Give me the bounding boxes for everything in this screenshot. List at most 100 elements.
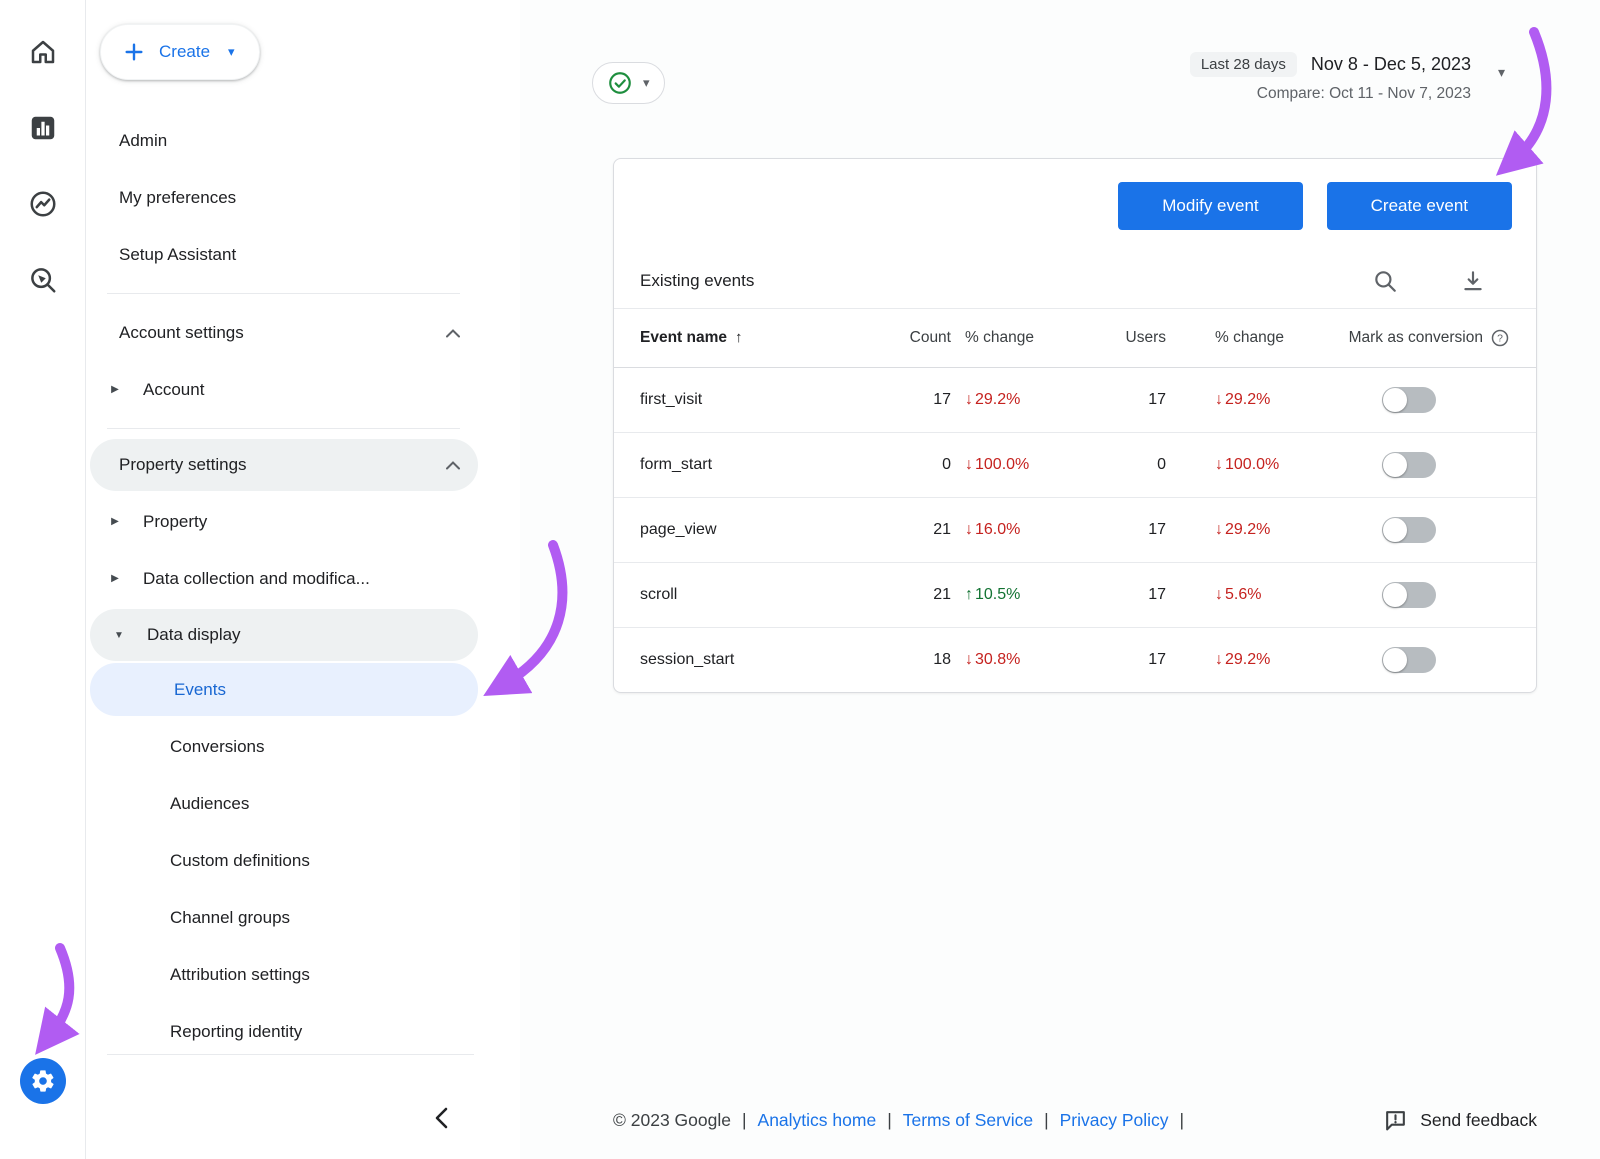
sidebar-item-setup-assistant[interactable]: Setup Assistant: [86, 226, 520, 283]
terms-of-service-link[interactable]: Terms of Service: [903, 1110, 1033, 1131]
users-change-cell: ↓29.2%: [1201, 497, 1341, 562]
table-titlebar: Existing events: [614, 253, 1536, 309]
users-change-cell: ↓29.2%: [1201, 627, 1341, 692]
chevron-down-icon: ▾: [1498, 64, 1505, 81]
sidebar-item-admin[interactable]: Admin: [86, 112, 520, 169]
mark-as-conversion-toggle[interactable]: [1382, 387, 1436, 413]
toggle-knob: [1383, 518, 1407, 542]
admin-gear-icon[interactable]: [20, 1058, 66, 1104]
conversion-cell: [1341, 497, 1536, 562]
sidebar-item-label: Property: [143, 512, 207, 532]
create-button[interactable]: Create ▾: [100, 24, 260, 80]
column-event-name[interactable]: Event name↑: [614, 309, 861, 367]
sidebar-item-attribution-settings[interactable]: Attribution settings: [86, 946, 520, 1003]
date-range-selector[interactable]: Last 28 days Nov 8 - Dec 5, 2023 Compare…: [1190, 52, 1505, 103]
home-icon[interactable]: [27, 36, 59, 68]
sidebar-item-custom-definitions[interactable]: Custom definitions: [86, 832, 520, 889]
mark-as-conversion-toggle[interactable]: [1382, 582, 1436, 608]
sidebar-item-events[interactable]: Events: [90, 663, 478, 716]
toggle-knob: [1383, 648, 1407, 672]
users-change-cell: ↓5.6%: [1201, 562, 1341, 627]
account-settings-header[interactable]: Account settings: [86, 304, 520, 361]
count-change-cell: ↓16.0%: [951, 497, 1091, 562]
event-name-cell: first_visit: [614, 367, 861, 432]
help-icon[interactable]: ?: [1490, 328, 1510, 348]
sidebar-item-reporting-identity[interactable]: Reporting identity: [86, 1003, 520, 1054]
event-count-cell: 21: [861, 562, 951, 627]
disclosure-triangle-icon: ▼: [111, 630, 127, 641]
sort-ascending-icon: ↑: [735, 329, 743, 346]
count-change-cell: ↓30.8%: [951, 627, 1091, 692]
privacy-policy-link[interactable]: Privacy Policy: [1060, 1110, 1169, 1131]
trend-arrow-icon: ↓: [1215, 586, 1223, 604]
feedback-icon: [1383, 1108, 1408, 1133]
reports-icon[interactable]: [27, 112, 59, 144]
admin-sidebar: Create ▾ Admin My preferences Setup Assi…: [86, 0, 520, 1159]
event-users-cell: 17: [1091, 627, 1201, 692]
event-name-cell: form_start: [614, 432, 861, 497]
create-event-button[interactable]: Create event: [1327, 182, 1512, 230]
event-count-cell: 18: [861, 627, 951, 692]
trend-arrow-icon: ↑: [965, 586, 973, 604]
count-change-cell: ↓100.0%: [951, 432, 1091, 497]
chevron-down-icon: ▾: [643, 75, 650, 91]
sidebar-item-my-preferences[interactable]: My preferences: [86, 169, 520, 226]
toggle-knob: [1383, 388, 1407, 412]
page-footer: © 2023 Google | Analytics home | Terms o…: [613, 1108, 1537, 1133]
sidebar-item-data-display[interactable]: ▼ Data display: [90, 609, 478, 661]
toggle-knob: [1383, 453, 1407, 477]
explore-icon[interactable]: [27, 264, 59, 296]
search-icon[interactable]: [1372, 268, 1398, 294]
event-name-cell: session_start: [614, 627, 861, 692]
column-users: Users: [1091, 309, 1201, 367]
sidebar-item-conversions[interactable]: Conversions: [86, 718, 520, 775]
table-header-row: Event name↑ Count % change Users % chang…: [614, 309, 1536, 367]
divider: [107, 1054, 474, 1055]
sidebar-item-channel-groups[interactable]: Channel groups: [86, 889, 520, 946]
trend-arrow-icon: ↓: [965, 651, 973, 669]
column-count: Count: [861, 309, 951, 367]
event-users-cell: 0: [1091, 432, 1201, 497]
trend-arrow-icon: ↓: [965, 391, 973, 409]
events-table: Event name↑ Count % change Users % chang…: [614, 309, 1536, 692]
modify-event-button[interactable]: Modify event: [1118, 182, 1302, 230]
disclosure-triangle-icon: ▶: [107, 384, 123, 395]
send-feedback-button[interactable]: Send feedback: [1383, 1108, 1537, 1133]
table-row: page_view 21 ↓16.0% 17 ↓29.2%: [614, 497, 1536, 562]
download-icon[interactable]: [1460, 268, 1486, 294]
collapse-sidebar-button[interactable]: [435, 1107, 448, 1129]
conversion-cell: [1341, 367, 1536, 432]
toggle-knob: [1383, 583, 1407, 607]
create-button-label: Create: [159, 42, 210, 62]
users-change-cell: ↓29.2%: [1201, 367, 1341, 432]
table-row: first_visit 17 ↓29.2% 17 ↓29.2%: [614, 367, 1536, 432]
trend-arrow-icon: ↓: [965, 521, 973, 539]
mark-as-conversion-toggle[interactable]: [1382, 517, 1436, 543]
trend-arrow-icon: ↓: [1215, 651, 1223, 669]
sidebar-item-property[interactable]: ▶ Property: [86, 493, 520, 550]
mark-as-conversion-toggle[interactable]: [1382, 647, 1436, 673]
sidebar-item-account[interactable]: ▶ Account: [86, 361, 520, 418]
trend-arrow-icon: ↓: [1215, 391, 1223, 409]
plus-icon: [123, 41, 145, 63]
sidebar-item-data-collection[interactable]: ▶ Data collection and modifica...: [86, 550, 520, 607]
event-count-cell: 0: [861, 432, 951, 497]
event-users-cell: 17: [1091, 367, 1201, 432]
trend-arrow-icon: ↓: [1215, 456, 1223, 474]
sidebar-item-label: Data display: [147, 625, 241, 645]
sidebar-item-audiences[interactable]: Audiences: [86, 775, 520, 832]
mark-as-conversion-toggle[interactable]: [1382, 452, 1436, 478]
divider: [107, 293, 460, 294]
conversion-cell: [1341, 432, 1536, 497]
analytics-home-link[interactable]: Analytics home: [758, 1110, 877, 1131]
advertising-icon[interactable]: [27, 188, 59, 220]
events-card: Modify event Create event Existing event…: [613, 158, 1537, 693]
conversion-cell: [1341, 562, 1536, 627]
svg-text:?: ?: [1497, 333, 1503, 344]
date-range-badge: Last 28 days: [1190, 52, 1297, 77]
users-change-cell: ↓100.0%: [1201, 432, 1341, 497]
property-settings-header[interactable]: Property settings: [90, 439, 478, 491]
status-selector[interactable]: ▾: [592, 62, 665, 104]
sidebar-item-label: Account: [143, 380, 204, 400]
trend-arrow-icon: ↓: [1215, 521, 1223, 539]
